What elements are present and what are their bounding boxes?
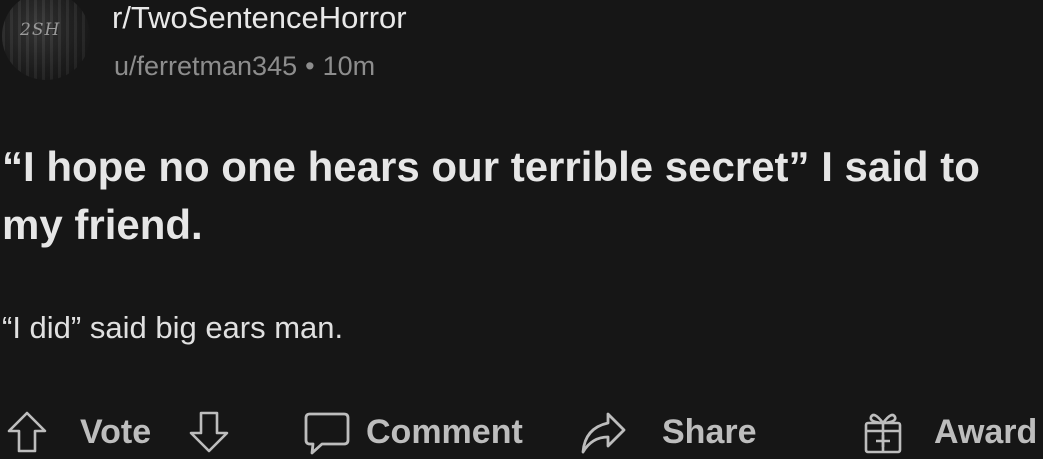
vote-label: Vote bbox=[80, 412, 152, 451]
gift-icon bbox=[864, 413, 902, 454]
meta-separator: • bbox=[305, 51, 315, 81]
share-arrow-icon bbox=[581, 412, 626, 454]
upvote-button[interactable] bbox=[4, 405, 50, 459]
share-button[interactable]: Share bbox=[578, 405, 757, 459]
post-body: “I did” said big ears man. bbox=[2, 310, 344, 345]
action-bar: Vote Comment Share Award bbox=[0, 405, 1043, 459]
author-name[interactable]: u/ferretman345 bbox=[114, 51, 297, 81]
subreddit-name[interactable]: r/TwoSentenceHorror bbox=[112, 0, 407, 36]
arrow-down-icon bbox=[189, 411, 229, 453]
comment-button[interactable]: Comment bbox=[302, 405, 523, 459]
award-label: Award bbox=[934, 412, 1038, 451]
comment-label: Comment bbox=[366, 412, 523, 451]
arrow-up-icon bbox=[7, 411, 47, 453]
share-label: Share bbox=[662, 412, 757, 451]
avatar-text: 2SH bbox=[20, 20, 61, 40]
downvote-button[interactable] bbox=[186, 405, 232, 459]
post-meta: u/ferretman345 • 10m bbox=[114, 50, 375, 82]
post-title[interactable]: “I hope no one hears our terrible secret… bbox=[2, 138, 1042, 254]
award-button[interactable]: Award bbox=[862, 405, 1037, 459]
post-age: 10m bbox=[322, 51, 376, 81]
comment-bubble-icon bbox=[304, 412, 350, 455]
subreddit-avatar[interactable]: 2SH bbox=[2, 0, 90, 80]
post-card: 2SH r/TwoSentenceHorror u/ferretman345 • 1… bbox=[0, 0, 1043, 459]
